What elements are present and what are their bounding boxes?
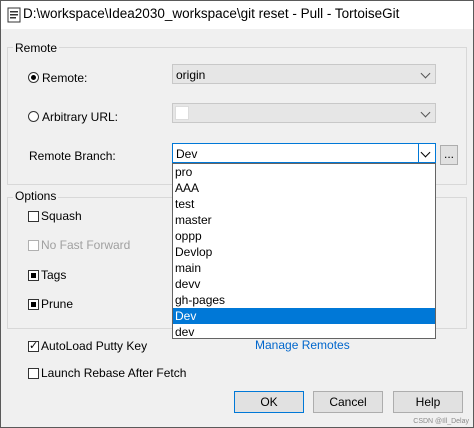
remote-combo-value: origin bbox=[176, 68, 206, 82]
dropdown-item[interactable]: AAA bbox=[173, 180, 435, 196]
dropdown-item[interactable]: pro bbox=[173, 164, 435, 180]
prune-checkbox[interactable] bbox=[28, 299, 39, 310]
squash-label: Squash bbox=[41, 209, 82, 223]
dropdown-item[interactable]: main bbox=[173, 260, 435, 276]
autoload-putty-label: AutoLoad Putty Key bbox=[41, 339, 148, 353]
no-fast-forward-checkbox[interactable] bbox=[28, 240, 39, 251]
window-title: D:\workspace\Idea2030_workspace\git rese… bbox=[23, 6, 400, 21]
no-fast-forward-label: No Fast Forward bbox=[41, 238, 131, 252]
options-group-label: Options bbox=[13, 189, 59, 203]
dropdown-item[interactable]: Devlop bbox=[173, 244, 435, 260]
url-input-box bbox=[175, 106, 189, 120]
cancel-button[interactable]: Cancel bbox=[313, 391, 383, 413]
help-button[interactable]: Help bbox=[393, 391, 463, 413]
pull-dialog: D:\workspace\Idea2030_workspace\git rese… bbox=[0, 0, 474, 428]
remote-branch-combo[interactable]: Dev bbox=[172, 143, 436, 163]
autoload-putty-checkbox[interactable]: ✓ bbox=[28, 340, 39, 352]
launch-rebase-label: Launch Rebase After Fetch bbox=[41, 366, 187, 380]
squash-checkbox[interactable] bbox=[28, 211, 39, 222]
tags-checkbox[interactable] bbox=[28, 270, 39, 281]
remote-branch-dropdown: pro AAA test master oppp Devlop main dev… bbox=[172, 163, 436, 339]
remote-radio[interactable] bbox=[28, 72, 39, 83]
chevron-down-icon bbox=[420, 68, 431, 79]
url-combo[interactable] bbox=[172, 103, 436, 123]
dropdown-item[interactable]: dev bbox=[173, 324, 435, 340]
remote-radio-label: Remote: bbox=[42, 71, 88, 85]
ok-button[interactable]: OK bbox=[234, 391, 304, 413]
browse-branch-button[interactable]: ... bbox=[440, 145, 458, 165]
dropdown-item[interactable]: gh-pages bbox=[173, 292, 435, 308]
remote-branch-value: Dev bbox=[176, 147, 198, 161]
remote-branch-label: Remote Branch: bbox=[29, 149, 116, 163]
watermark: CSDN @Ill_Delay bbox=[413, 418, 469, 425]
prune-label: Prune bbox=[41, 297, 74, 311]
dropdown-item[interactable]: devv bbox=[173, 276, 435, 292]
remote-combo[interactable]: origin bbox=[172, 64, 436, 84]
url-radio-label: Arbitrary URL: bbox=[42, 110, 119, 124]
dropdown-item[interactable]: master bbox=[173, 212, 435, 228]
tags-label: Tags bbox=[41, 268, 67, 282]
launch-rebase-checkbox[interactable] bbox=[28, 368, 39, 379]
manage-remotes-link[interactable]: Manage Remotes bbox=[255, 338, 350, 352]
tortoisegit-icon bbox=[7, 7, 21, 23]
remote-group-label: Remote bbox=[13, 41, 60, 55]
check-icon: ✓ bbox=[29, 340, 39, 352]
url-radio[interactable] bbox=[28, 111, 39, 122]
dropdown-item[interactable]: test bbox=[173, 196, 435, 212]
dropdown-item-selected[interactable]: Dev bbox=[173, 308, 435, 324]
title-bar: D:\workspace\Idea2030_workspace\git rese… bbox=[1, 1, 473, 29]
dropdown-item[interactable]: oppp bbox=[173, 228, 435, 244]
chevron-down-icon bbox=[420, 107, 431, 118]
